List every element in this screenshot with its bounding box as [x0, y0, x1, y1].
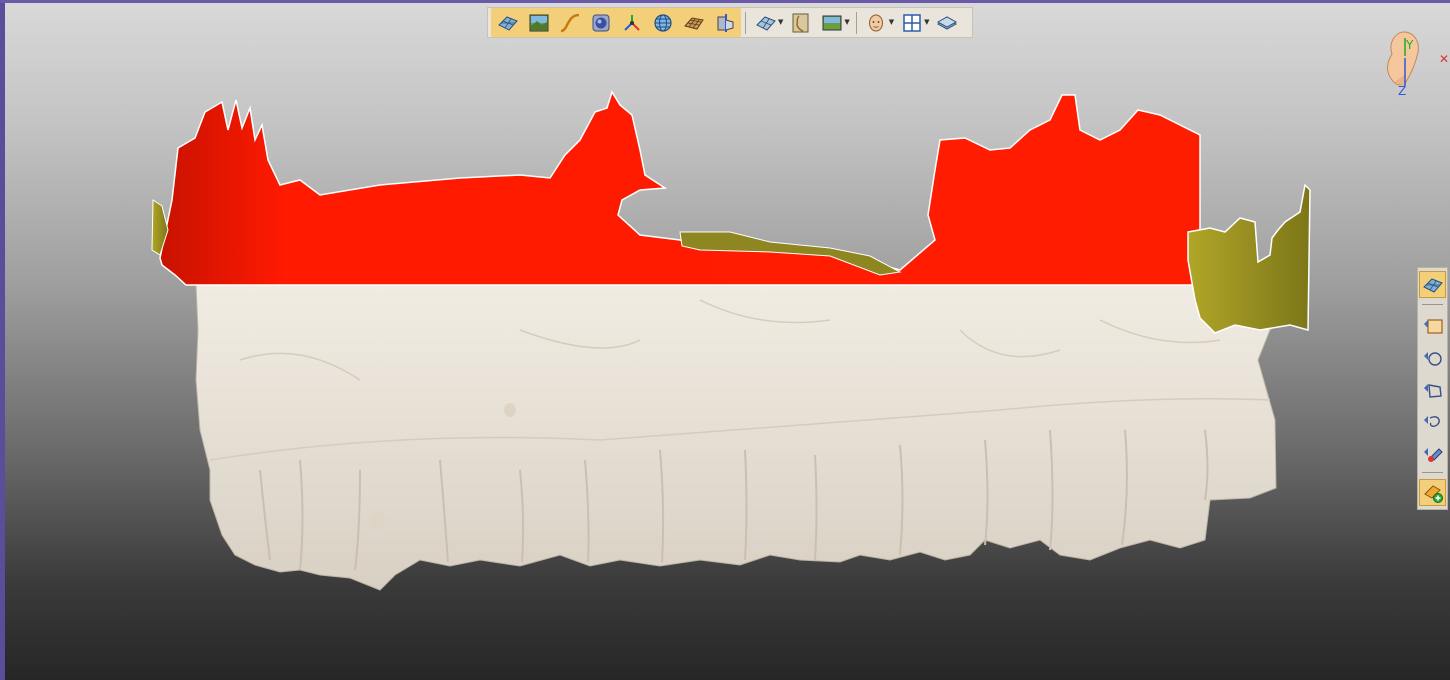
- texture-view-button[interactable]: [524, 9, 553, 36]
- lasso-select-icon: [1423, 415, 1440, 427]
- z-axis-label: Z: [1398, 84, 1407, 98]
- face-options-button[interactable]: [862, 9, 891, 36]
- y-axis-label: Y: [1406, 38, 1414, 52]
- head-orientation-icon: [1387, 31, 1419, 86]
- circle-select-button[interactable]: [1419, 344, 1446, 371]
- layout-options-caret-icon[interactable]: ▼: [924, 19, 929, 26]
- profile-icon: [792, 13, 809, 32]
- lasso-select-button[interactable]: [1419, 408, 1446, 435]
- image-dropdown-icon: [822, 15, 842, 30]
- circle-select-icon: [1423, 351, 1442, 366]
- landscape-icon: [529, 14, 548, 31]
- window-left-edge: [0, 0, 5, 680]
- curve-tool-button[interactable]: [555, 9, 584, 36]
- teeth-body: [195, 284, 1301, 591]
- globe-icon: [653, 13, 672, 32]
- face-icon: [869, 14, 884, 31]
- profile-view-button[interactable]: [786, 9, 815, 36]
- olive-region-right: [1187, 183, 1311, 334]
- mesh-view-button[interactable]: [493, 9, 522, 36]
- rect-select-button[interactable]: [1419, 312, 1446, 339]
- layers-button[interactable]: [933, 9, 962, 36]
- poly-select-icon: [1423, 383, 1442, 398]
- rect-select-icon: [1423, 318, 1443, 334]
- orientation-indicator[interactable]: Y Z ✕: [1376, 24, 1450, 100]
- add-region-icon: [1423, 484, 1443, 503]
- mesh-options-button[interactable]: [751, 9, 780, 36]
- mesh-options-caret-icon[interactable]: ▼: [778, 19, 783, 26]
- image-options-button[interactable]: [817, 9, 846, 36]
- 3d-viewport[interactable]: ▼ ▼ ▼ ▼ Y Z ✕: [0, 0, 1450, 680]
- toolbar-separator: [745, 11, 746, 34]
- layers-icon: [937, 15, 958, 30]
- brush-select-button[interactable]: [1419, 440, 1446, 467]
- add-region-button[interactable]: [1419, 479, 1446, 506]
- sphere-tool-button[interactable]: [586, 9, 615, 36]
- view-toolbar: ▼ ▼ ▼ ▼: [487, 7, 973, 38]
- layout-options-button[interactable]: [897, 9, 926, 36]
- mesh-icon: [1422, 277, 1443, 293]
- globe-view-button[interactable]: [648, 9, 677, 36]
- mesh-dropdown-icon: [755, 15, 776, 31]
- axis-tool-button[interactable]: [617, 9, 646, 36]
- red-selection-region: [159, 90, 1201, 286]
- grid-surface-icon: [683, 16, 704, 30]
- mesh-select-button[interactable]: [1419, 271, 1446, 298]
- x-axis-label: ✕: [1439, 52, 1450, 66]
- sphere-icon: [592, 14, 609, 31]
- grid-surface-button[interactable]: [679, 9, 708, 36]
- window-top-edge: [0, 0, 1450, 3]
- toolbar-separator: [855, 11, 857, 34]
- panel-separator: [1422, 304, 1443, 305]
- layout-icon: [902, 13, 921, 32]
- face-options-caret-icon[interactable]: ▼: [889, 19, 894, 26]
- selection-tool-panel: [1417, 267, 1448, 510]
- brush-select-icon: [1423, 447, 1443, 462]
- image-options-caret-icon[interactable]: ▼: [844, 19, 849, 26]
- poly-select-button[interactable]: [1419, 376, 1446, 403]
- curve-icon: [560, 13, 579, 32]
- axis-icon: [623, 14, 640, 31]
- mesh-icon: [497, 15, 518, 31]
- section-icon: [717, 13, 733, 32]
- primary-tool-group: [491, 8, 741, 37]
- section-tool-button[interactable]: [710, 9, 739, 36]
- dental-model-scene[interactable]: [0, 0, 1450, 680]
- panel-separator: [1422, 472, 1443, 473]
